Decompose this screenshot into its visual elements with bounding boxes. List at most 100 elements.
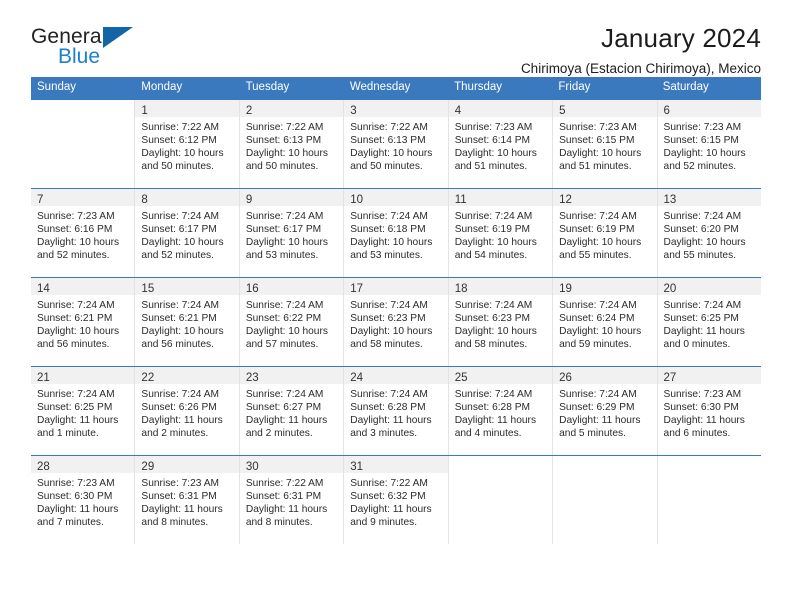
- day-info-line: Sunrise: 7:24 AM: [454, 210, 533, 222]
- day-info-line: Sunset: 6:27 PM: [245, 402, 322, 413]
- day-number-band: 12: [553, 188, 657, 206]
- calendar-day-cell[interactable]: 4 Sunrise: 7:23 AM Sunset: 6:14 PM Daylight…: [448, 99, 554, 188]
- calendar-day-cell[interactable]: 8 Sunrise: 7:24 AM Sunset: 6:17 PM Daylight…: [135, 188, 240, 277]
- day-info-line: Sunset: 6:13 PM: [350, 135, 426, 146]
- day-info-line: Daylight: 11 hours: [454, 415, 537, 427]
- day-number: 3: [350, 104, 357, 117]
- calendar-day-cell[interactable]: 20 Sunrise: 7:24 AM Sunset: 6:25 PM Dayligh…: [657, 277, 761, 366]
- weekday-thursday: Thursday: [454, 81, 503, 93]
- day-sun-info: Sunrise: 7:23 AM Sunset: 6:16 PM Daylight:…: [31, 206, 134, 263]
- day-number-band: 10: [344, 188, 448, 206]
- weekday-wednesday: Wednesday: [349, 81, 411, 93]
- logo[interactable]: General Blue: [31, 25, 151, 73]
- calendar-day-cell[interactable]: 2 Sunrise: 7:22 AM Sunset: 6:13 PM Daylight…: [239, 99, 345, 188]
- day-sun-info: Sunrise: 7:22 AM Sunset: 6:13 PM Daylight:…: [344, 117, 447, 174]
- calendar-day-cell[interactable]: 13 Sunrise: 7:24 AM Sunset: 6:20 PM Dayligh…: [657, 188, 761, 277]
- day-number: 1: [141, 104, 148, 117]
- day-info-line: Sunrise: 7:24 AM: [245, 210, 324, 222]
- calendar-day-cell[interactable]: 28 Sunrise: 7:23 AM Sunset: 6:30 PM Dayligh…: [31, 455, 136, 544]
- day-sun-info: Sunrise: 7:24 AM Sunset: 6:29 PM Daylight:…: [553, 384, 656, 441]
- day-info-line: and 51 minutes.: [559, 161, 632, 173]
- day-info-line: Sunrise: 7:23 AM: [37, 210, 115, 222]
- day-info-line: and 6 minutes.: [663, 428, 731, 440]
- calendar-week-row: 28 Sunrise: 7:23 AM Sunset: 6:30 PM Dayligh…: [31, 454, 761, 544]
- day-sun-info: Sunrise: 7:24 AM Sunset: 6:21 PM Daylight:…: [31, 295, 134, 352]
- day-sun-info: Sunrise: 7:24 AM Sunset: 6:18 PM Daylight:…: [344, 206, 447, 263]
- calendar-day-cell[interactable]: 6 Sunrise: 7:23 AM Sunset: 6:15 PM Daylight…: [657, 99, 761, 188]
- day-info-line: Sunrise: 7:23 AM: [141, 477, 220, 489]
- calendar-week-row: 7 Sunrise: 7:23 AM Sunset: 6:16 PM Daylight…: [31, 187, 761, 277]
- day-number: 16: [245, 282, 259, 295]
- calendar-day-cell[interactable]: 18 Sunrise: 7:24 AM Sunset: 6:23 PM Dayligh…: [448, 277, 554, 366]
- calendar-day-cell[interactable]: 3 Sunrise: 7:22 AM Sunset: 6:13 PM Daylight…: [344, 99, 449, 188]
- calendar-grid: Sunday Monday Tuesday Wednesday Thursday…: [31, 77, 761, 544]
- day-number: 10: [350, 193, 364, 206]
- day-number-band: 19: [553, 277, 657, 295]
- day-info-line: Sunrise: 7:24 AM: [141, 210, 220, 222]
- day-info-line: and 58 minutes.: [454, 339, 528, 351]
- day-number-band: 14: [31, 277, 135, 295]
- day-info-line: and 55 minutes.: [559, 250, 632, 262]
- weekday-monday: Monday: [141, 81, 183, 93]
- day-info-line: and 2 minutes.: [141, 428, 209, 440]
- day-info-line: and 50 minutes.: [141, 161, 214, 173]
- calendar-day-cell[interactable]: 27 Sunrise: 7:23 AM Sunset: 6:30 PM Dayligh…: [657, 366, 761, 455]
- calendar-day-cell[interactable]: 5 Sunrise: 7:23 AM Sunset: 6:15 PM Daylight…: [553, 99, 658, 188]
- day-sun-info: Sunrise: 7:24 AM Sunset: 6:23 PM Daylight:…: [449, 295, 552, 352]
- day-sun-info: Sunrise: 7:23 AM Sunset: 6:15 PM Daylight:…: [553, 117, 656, 174]
- day-info-line: Daylight: 11 hours: [350, 415, 432, 427]
- day-number: 2: [245, 104, 253, 117]
- calendar-day-cell[interactable]: 16 Sunrise: 7:24 AM Sunset: 6:22 PM Dayligh…: [239, 277, 345, 366]
- day-sun-info: [31, 117, 134, 121]
- day-info-line: Sunrise: 7:23 AM: [454, 121, 533, 133]
- day-info-line: Sunrise: 7:24 AM: [559, 388, 637, 400]
- day-number-band: 16: [239, 277, 344, 295]
- calendar-day-cell[interactable]: 22 Sunrise: 7:24 AM Sunset: 6:26 PM Dayligh…: [135, 366, 240, 455]
- calendar-day-cell[interactable]: 19 Sunrise: 7:24 AM Sunset: 6:24 PM Dayligh…: [553, 277, 658, 366]
- day-info-line: and 1 minute.: [37, 428, 99, 440]
- calendar-day-cell[interactable]: 26 Sunrise: 7:24 AM Sunset: 6:29 PM Dayligh…: [553, 366, 658, 455]
- day-number-band: [657, 455, 761, 473]
- day-number: 12: [559, 193, 572, 206]
- calendar-day-cell[interactable]: 12 Sunrise: 7:24 AM Sunset: 6:19 PM Dayligh…: [553, 188, 658, 277]
- day-info-line: Daylight: 10 hours: [559, 148, 642, 160]
- calendar-day-cell[interactable]: 30 Sunrise: 7:22 AM Sunset: 6:31 PM Dayligh…: [239, 455, 345, 544]
- day-info-line: Daylight: 10 hours: [141, 237, 224, 249]
- day-sun-info: Sunrise: 7:24 AM Sunset: 6:28 PM Daylight:…: [449, 384, 552, 441]
- day-info-line: Sunrise: 7:24 AM: [663, 299, 742, 311]
- day-number: 30: [245, 460, 259, 473]
- day-info-line: Sunset: 6:22 PM: [245, 313, 322, 324]
- calendar-day-cell[interactable]: 7 Sunrise: 7:23 AM Sunset: 6:16 PM Daylight…: [31, 188, 136, 277]
- calendar-day-cell[interactable]: 24 Sunrise: 7:24 AM Sunset: 6:28 PM Dayligh…: [344, 366, 449, 455]
- day-number: 18: [454, 282, 468, 295]
- day-info-line: Daylight: 10 hours: [141, 326, 224, 338]
- calendar-day-cell[interactable]: 17 Sunrise: 7:24 AM Sunset: 6:23 PM Dayligh…: [344, 277, 449, 366]
- day-number: 22: [141, 371, 155, 384]
- calendar-day-cell[interactable]: 10 Sunrise: 7:24 AM Sunset: 6:18 PM Dayligh…: [344, 188, 449, 277]
- calendar-day-cell[interactable]: 9 Sunrise: 7:24 AM Sunset: 6:17 PM Daylight…: [239, 188, 345, 277]
- day-number-band: 9: [239, 188, 344, 206]
- day-info-line: and 3 minutes.: [350, 428, 418, 440]
- calendar-day-cell[interactable]: 23 Sunrise: 7:24 AM Sunset: 6:27 PM Dayligh…: [239, 366, 345, 455]
- day-sun-info: Sunrise: 7:24 AM Sunset: 6:17 PM Daylight:…: [240, 206, 343, 263]
- day-sun-info: Sunrise: 7:22 AM Sunset: 6:31 PM Daylight:…: [240, 473, 343, 530]
- day-info-line: Sunset: 6:25 PM: [663, 313, 739, 324]
- calendar-day-cell[interactable]: 31 Sunrise: 7:22 AM Sunset: 6:32 PM Dayligh…: [344, 455, 449, 544]
- day-info-line: Daylight: 10 hours: [245, 237, 328, 249]
- day-info-line: Sunset: 6:21 PM: [37, 313, 113, 324]
- day-number-band: 8: [135, 188, 239, 206]
- calendar-day-cell[interactable]: 1 Sunrise: 7:22 AM Sunset: 6:12 PM Daylight…: [135, 99, 240, 188]
- day-info-line: Sunset: 6:30 PM: [37, 491, 113, 502]
- day-sun-info: [553, 473, 656, 477]
- day-info-line: Sunset: 6:31 PM: [245, 491, 322, 502]
- day-number: 31: [350, 460, 364, 473]
- calendar-day-cell[interactable]: 25 Sunrise: 7:24 AM Sunset: 6:28 PM Dayligh…: [448, 366, 554, 455]
- calendar-day-cell[interactable]: 15 Sunrise: 7:24 AM Sunset: 6:21 PM Dayligh…: [135, 277, 240, 366]
- calendar-day-cell[interactable]: 11 Sunrise: 7:24 AM Sunset: 6:19 PM Dayligh…: [448, 188, 554, 277]
- day-info-line: Sunrise: 7:23 AM: [559, 121, 637, 133]
- calendar-day-cell[interactable]: 29 Sunrise: 7:23 AM Sunset: 6:31 PM Dayligh…: [135, 455, 240, 544]
- day-sun-info: Sunrise: 7:24 AM Sunset: 6:19 PM Daylight:…: [449, 206, 552, 263]
- calendar-day-cell[interactable]: 14 Sunrise: 7:24 AM Sunset: 6:21 PM Dayligh…: [31, 277, 136, 366]
- calendar-day-cell[interactable]: 21 Sunrise: 7:24 AM Sunset: 6:25 PM Dayligh…: [31, 366, 136, 455]
- day-info-line: Daylight: 10 hours: [37, 237, 120, 249]
